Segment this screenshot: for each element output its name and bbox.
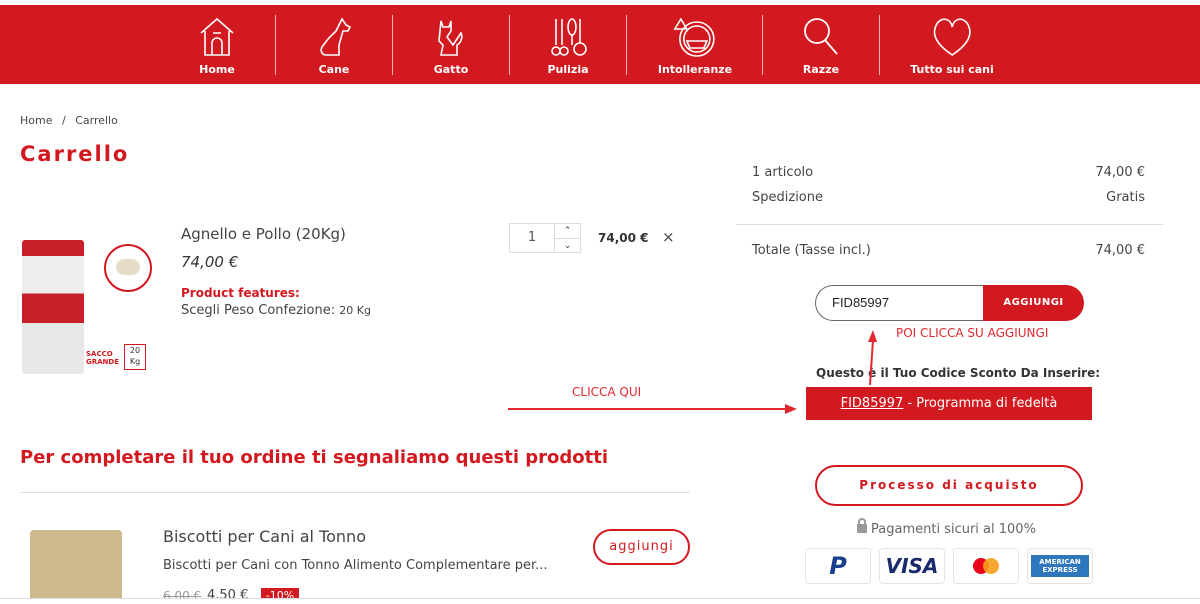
paypal-icon: P xyxy=(805,548,871,584)
suggestions-title: Per completare il tuo ordine ti segnalia… xyxy=(20,447,609,468)
cart-item-total: 74,00 € xyxy=(598,231,649,245)
top-nav: Home Cane Gatto Pulizia Intolleranze Raz… xyxy=(0,5,1200,84)
cart-item-feature: Scegli Peso Confezione: 20 Kg xyxy=(181,303,371,318)
cart-item-price: 74,00 € xyxy=(181,253,239,271)
nav-cane[interactable]: Cane xyxy=(312,5,356,84)
lock-icon xyxy=(857,518,867,533)
suggested-product-image[interactable] xyxy=(30,530,122,604)
hint-annotation: POI CLICCA SU AGGIUNGI xyxy=(896,326,1049,340)
breadcrumb-home[interactable]: Home xyxy=(20,114,52,127)
cat-icon xyxy=(438,20,463,56)
amex-icon: AMERICAN EXPRESS xyxy=(1027,548,1093,584)
divider xyxy=(736,224,1163,225)
suggested-product-desc: Biscotti per Cani con Tonno Alimento Com… xyxy=(163,558,548,573)
scroll-edge xyxy=(0,598,1200,604)
summary-items: 1 articolo 74,00 € xyxy=(752,165,1145,180)
grooming-icon xyxy=(551,18,587,56)
remove-item-button[interactable]: × xyxy=(662,228,675,246)
divider xyxy=(20,492,690,493)
decrease-icon[interactable]: ⌄ xyxy=(555,238,580,253)
weight-badge: 20 Kg xyxy=(124,344,146,370)
page-title: Carrello xyxy=(20,142,130,166)
checkout-button[interactable]: Processo di acquisto xyxy=(815,465,1083,506)
secure-payments: Pagamenti sicuri al 100% xyxy=(857,518,1036,537)
nav-tutto-sui-cani[interactable]: Tutto sui cani xyxy=(910,5,994,84)
add-suggested-button[interactable]: aggiungi xyxy=(593,529,690,565)
quantity-stepper[interactable]: 1 ⌃ ⌄ xyxy=(509,223,581,253)
annotation-arrows xyxy=(508,330,877,414)
nav-razze[interactable]: Razze xyxy=(799,5,843,84)
suggested-product-name[interactable]: Biscotti per Cani al Tonno xyxy=(163,527,366,546)
nav-intolleranze[interactable]: Intolleranze xyxy=(658,5,732,84)
mastercard-icon xyxy=(953,548,1019,584)
bowl-warning-icon xyxy=(673,17,715,57)
nav-home[interactable]: Home xyxy=(195,5,239,84)
dog-icon xyxy=(320,17,352,56)
summary-total: Totale (Tasse incl.) 74,00 € xyxy=(752,243,1145,258)
nav-pulizia[interactable]: Pulizia xyxy=(546,5,590,84)
visa-icon: VISA xyxy=(879,548,945,584)
lamb-chicken-badge xyxy=(104,244,152,292)
product-image[interactable] xyxy=(22,240,84,374)
breadcrumb: Home / Carrello xyxy=(20,114,118,127)
doghouse-icon xyxy=(200,17,234,56)
heart-dog-icon xyxy=(933,18,971,56)
cart-item-name[interactable]: Agnello e Pollo (20Kg) xyxy=(181,225,346,243)
voucher-input[interactable]: FID85997 xyxy=(815,285,985,321)
summary-shipping: Spedizione Gratis xyxy=(752,190,1145,205)
increase-icon[interactable]: ⌃ xyxy=(555,224,580,238)
magnifier-icon xyxy=(804,18,838,55)
nav-gatto[interactable]: Gatto xyxy=(429,5,473,84)
voucher-add-button[interactable]: AGGIUNGI xyxy=(983,285,1084,321)
quantity-input[interactable]: 1 xyxy=(510,224,554,252)
